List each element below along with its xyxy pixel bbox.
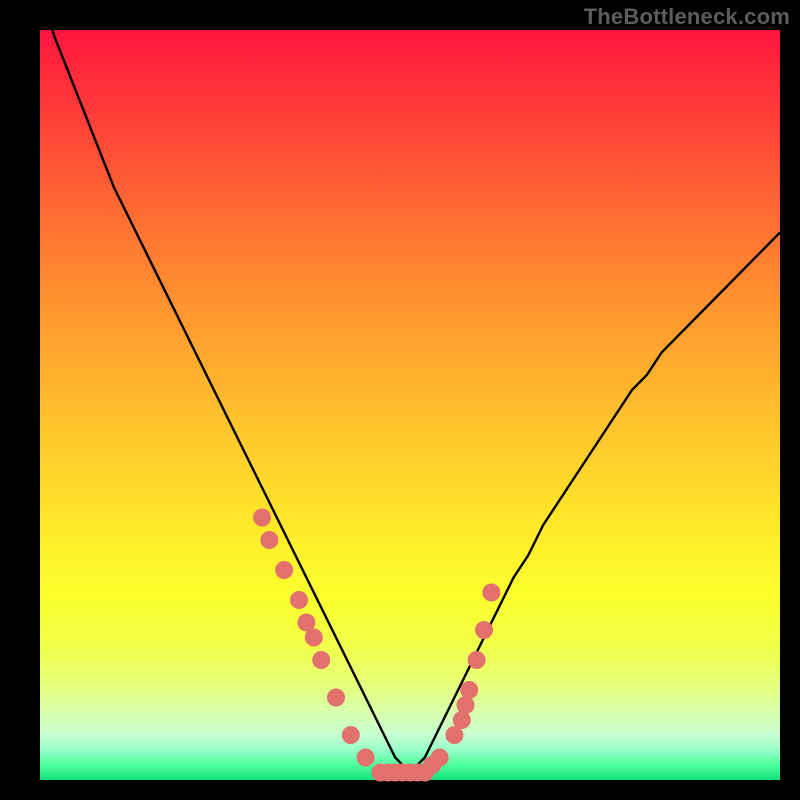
marker-point [453, 711, 471, 729]
marker-point [260, 531, 278, 549]
plot-area [40, 30, 780, 780]
marker-point [327, 689, 345, 707]
chart-svg [40, 30, 780, 780]
marker-point [475, 621, 493, 639]
marker-point [431, 749, 449, 767]
marker-point [290, 591, 308, 609]
marker-point [305, 629, 323, 647]
marker-point [342, 726, 360, 744]
marker-point [457, 696, 475, 714]
marker-point [275, 561, 293, 579]
marker-point [460, 681, 478, 699]
bottleneck-curve [40, 0, 780, 773]
marker-point [253, 509, 271, 527]
scatter-points [253, 509, 500, 782]
chart-frame: TheBottleneck.com [0, 0, 800, 800]
watermark-text: TheBottleneck.com [584, 4, 790, 30]
marker-point [312, 651, 330, 669]
marker-point [357, 749, 375, 767]
marker-point [468, 651, 486, 669]
marker-point [482, 584, 500, 602]
